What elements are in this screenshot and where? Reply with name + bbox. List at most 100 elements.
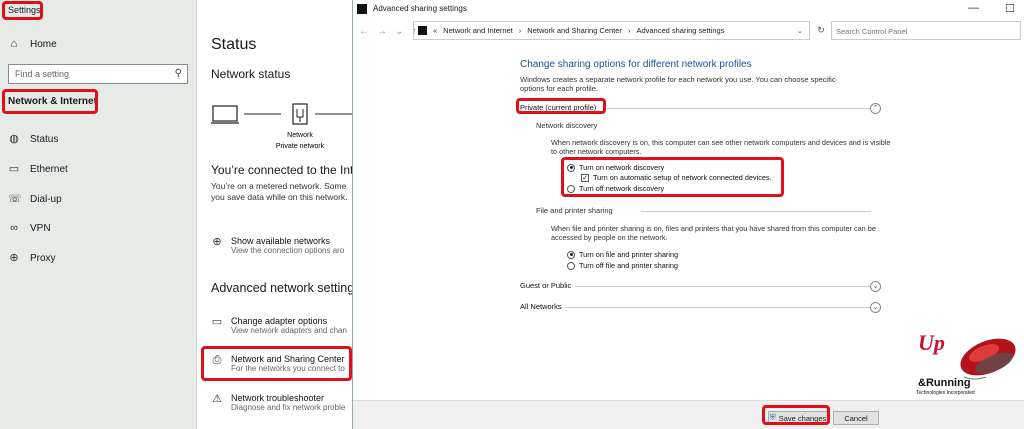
checkbox-auto-setup[interactable]: ✓ Turn on automatic setup of network con…: [581, 173, 772, 182]
globe-icon: ⊕: [9, 252, 19, 264]
sharing-center-link[interactable]: ⎙ Network and Sharing Center For the net…: [211, 354, 345, 373]
search-icon: ⚲: [174, 68, 182, 79]
option-label: Turn on automatic setup of network conne…: [593, 173, 772, 182]
guest-public-header[interactable]: Guest or Public: [520, 281, 571, 290]
sidebar-item-label: Ethernet: [30, 163, 68, 175]
breadcrumb[interactable]: « Network and Internet › Network and Sha…: [413, 21, 810, 40]
app-icon: [357, 3, 367, 14]
logo-up: Up: [918, 330, 945, 355]
file-printer-sharing-heading: File and printer sharing: [536, 206, 613, 215]
sidebar-item-label: VPN: [30, 222, 51, 234]
fps-desc: When file and printer sharing is on, fil…: [551, 224, 876, 242]
refresh-icon[interactable]: ↻: [814, 21, 828, 40]
control-panel-search-input[interactable]: Search Control Panel: [831, 21, 1021, 40]
radio-nd-off[interactable]: Turn off network discovery: [567, 184, 664, 193]
page-heading: Change sharing options for different net…: [520, 59, 752, 70]
settings-sidebar: Settings ⌂ Home Find a setting ⚲ Network…: [0, 0, 197, 429]
intro-text: Windows creates a separate network profi…: [520, 75, 836, 93]
button-label: Cancel: [844, 413, 868, 423]
link-desc: View the connection options aro: [231, 246, 345, 255]
maximize-icon[interactable]: ☐: [1005, 2, 1015, 15]
home-icon: ⌂: [10, 38, 18, 50]
monitor-icon: ▭: [211, 316, 223, 328]
phone-icon: ☏: [8, 193, 22, 205]
settings-search-input[interactable]: Find a setting ⚲: [8, 64, 188, 84]
chevron-up-icon[interactable]: ⌃: [870, 103, 881, 114]
connected-heading: You’re connected to the Inte: [211, 163, 354, 177]
troubleshooter-link[interactable]: ⚠ Network troubleshooter Diagnose and fi…: [211, 393, 345, 412]
logo-running: &Running: [918, 377, 971, 389]
chevron-down-icon[interactable]: ⌄: [797, 26, 803, 35]
link-title: Network and Sharing Center: [231, 354, 345, 364]
sidebar-item-label: Status: [30, 133, 59, 145]
all-networks-header[interactable]: All Networks: [520, 302, 562, 311]
network-discovery-desc: When network discovery is on, this compu…: [551, 138, 891, 156]
recent-dropdown-icon[interactable]: ⌄: [395, 26, 403, 37]
private-profile-header[interactable]: Private (current profile): [520, 103, 596, 112]
link-desc: Diagnose and fix network proble: [231, 403, 346, 412]
radio-unselected[interactable]: [567, 261, 575, 270]
network-discovery-heading: Network discovery: [536, 121, 598, 130]
sidebar-item-vpn[interactable]: ∞ VPN: [8, 222, 51, 234]
option-label: Turn off network discovery: [579, 184, 665, 193]
show-networks-link[interactable]: ⊕ Show available networks View the conne…: [211, 236, 344, 255]
network-diagram: Network Private network: [211, 103, 354, 150]
radio-selected[interactable]: [567, 250, 575, 259]
advanced-heading: Advanced network setting: [211, 281, 354, 295]
save-changes-button[interactable]: ⛨ Save changes: [768, 411, 828, 425]
breadcrumb-network-internet[interactable]: Network and Internet: [443, 26, 513, 35]
diagram-label-private: Private network: [276, 143, 325, 150]
option-label: Turn off file and printer sharing: [579, 261, 678, 270]
settings-title: Settings: [8, 5, 41, 15]
sidebar-item-dialup[interactable]: ☏ Dial-up: [8, 193, 62, 205]
sidebar-item-status[interactable]: ◍ Status: [8, 133, 58, 145]
sidebar-item-label: Dial-up: [30, 193, 62, 205]
radio-nd-on[interactable]: Turn on network discovery: [567, 163, 664, 172]
cancel-button[interactable]: Cancel: [833, 411, 879, 425]
link-desc: For the networks you connect to: [231, 364, 345, 373]
warning-icon: ⚠: [212, 393, 222, 405]
laptop-icon: [212, 105, 238, 122]
page-title: Status: [211, 36, 257, 53]
shield-icon: ⛨: [769, 413, 776, 422]
search-placeholder: Find a setting: [15, 69, 70, 79]
breadcrumb-sharing-center[interactable]: Network and Sharing Center: [527, 26, 622, 35]
breadcrumb-advanced-sharing[interactable]: Advanced sharing settings: [636, 26, 724, 35]
address-bar: ← → ⌄ ↑ « Network and Internet › Network…: [353, 21, 1024, 41]
change-adapter-link[interactable]: ▭ Change adapter options View network ad…: [211, 316, 347, 335]
screenshot-root: Settings ⌂ Home Find a setting ⚲ Network…: [0, 0, 1024, 429]
sidebar-item-home[interactable]: ⌂ Home: [8, 38, 57, 50]
radio-unselected[interactable]: [567, 184, 575, 193]
sidebar-item-ethernet[interactable]: ▭ Ethernet: [8, 163, 68, 175]
breadcrumb-overflow[interactable]: «: [433, 26, 437, 35]
divider: [607, 108, 871, 109]
window-title: Advanced sharing settings: [373, 4, 467, 13]
metered-text-2: you save data while on this network.: [211, 192, 348, 202]
ethernet-icon: ▭: [8, 163, 20, 175]
globe-icon: ⊕: [212, 236, 222, 248]
sidebar-item-proxy[interactable]: ⊕ Proxy: [8, 252, 55, 264]
network-status-heading: Network status: [211, 67, 291, 81]
chevron-down-icon[interactable]: ⌄: [870, 281, 881, 292]
section-network-internet[interactable]: Network & Internet: [8, 96, 97, 107]
folder-icon: [418, 26, 427, 35]
minimize-icon[interactable]: —: [968, 2, 979, 15]
radio-fps-off[interactable]: Turn off file and printer sharing: [567, 261, 678, 270]
diagram-label-network: Network: [287, 132, 313, 139]
window-footer: ⛨ Save changes Cancel: [353, 400, 1024, 429]
status-pane: Status Network status Network Private ne…: [198, 0, 354, 429]
metered-text-1: You’re on a metered network. Some: [211, 181, 347, 191]
radio-fps-on[interactable]: Turn on file and printer sharing: [567, 250, 678, 259]
divider: [641, 211, 871, 212]
radio-selected[interactable]: [567, 163, 575, 172]
breadcrumb-separator: ›: [627, 26, 631, 35]
checkbox-checked[interactable]: ✓: [581, 173, 589, 182]
forward-arrow-icon[interactable]: →: [377, 26, 387, 37]
back-arrow-icon[interactable]: ←: [359, 26, 369, 37]
watermark-logo: Up &Running Technologies Incorporated: [914, 330, 1024, 401]
printer-network-icon: ⎙: [212, 354, 222, 366]
divider: [575, 286, 871, 287]
chevron-down-icon[interactable]: ⌄: [870, 302, 881, 313]
logo-tagline: Technologies Incorporated: [916, 390, 975, 396]
option-label: Turn on network discovery: [579, 163, 665, 172]
